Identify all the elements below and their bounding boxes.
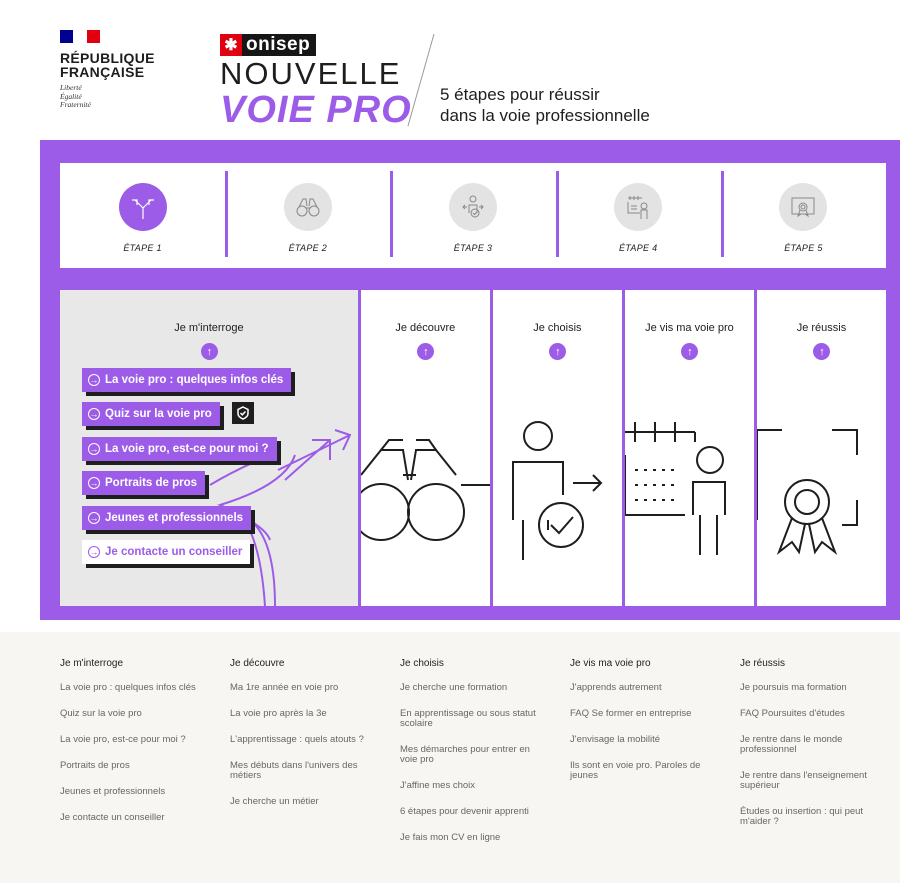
- footer-link[interactable]: Jeunes et professionnels: [60, 787, 205, 797]
- footer-column-title: Je choisis: [400, 658, 444, 669]
- footer-link[interactable]: Ils sont en voie pro. Paroles de jeunes: [570, 761, 715, 781]
- footer-link[interactable]: Je cherche une formation: [400, 683, 545, 693]
- footer-column-title: Je m'interroge: [60, 658, 124, 669]
- footer-link[interactable]: L'apprentissage : quels atouts ?: [230, 735, 375, 745]
- step-5[interactable]: ÉTAPE 5: [720, 163, 886, 268]
- step-panels: Je m'interroge ↑ → La voie pro : quelques…: [60, 290, 886, 606]
- republique-name: RÉPUBLIQUE FRANÇAISE: [60, 50, 155, 80]
- step-2[interactable]: ÉTAPE 2: [225, 163, 390, 268]
- footer-link[interactable]: J'apprends autrement: [570, 683, 715, 693]
- footer-link[interactable]: Je fais mon CV en ligne: [400, 833, 545, 843]
- arrow-circle-right-icon: →: [88, 408, 100, 420]
- footer-column-title: Je réussis: [740, 658, 786, 669]
- crossroads-arrows-icon: [118, 183, 167, 231]
- footer-column-je-reussis: Je réussis Je poursuis ma formation FAQ …: [740, 658, 885, 843]
- person-choice-illustration: [511, 421, 603, 560]
- divider-slash: [407, 34, 435, 126]
- footer-column-title: Je découvre: [230, 658, 285, 669]
- panel-je-reussis[interactable]: Je réussis ↑: [753, 290, 886, 606]
- tagline: 5 étapes pour réussir dans la voie profe…: [440, 85, 650, 125]
- menu-link-infos-cles[interactable]: → La voie pro : quelques infos clés: [82, 368, 292, 392]
- footer-column-je-decouvre: Je découvre Ma 1re année en voie pro La …: [230, 658, 375, 823]
- menu-link-quiz[interactable]: → Quiz sur la voie pro: [82, 402, 220, 426]
- footer-link[interactable]: La voie pro, est-ce pour moi ?: [60, 735, 205, 745]
- site-header: RÉPUBLIQUE FRANÇAISE Liberté Égalité Fra…: [0, 0, 900, 140]
- footer-link[interactable]: Je poursuis ma formation: [740, 683, 885, 693]
- footer-link[interactable]: Mes débuts dans l'univers des métiers: [230, 761, 375, 781]
- footer-link[interactable]: FAQ Se former en entreprise: [570, 709, 715, 719]
- asterisk-icon: ✱: [220, 34, 242, 56]
- panel-title: Je m'interroge: [174, 322, 244, 334]
- footer-link[interactable]: Je rentre dans le monde professionnel: [740, 735, 885, 755]
- footer-column-je-choisis: Je choisis Je cherche une formation En a…: [400, 658, 545, 859]
- panel-je-decouvre[interactable]: Je découvre ↑: [357, 290, 491, 606]
- footer-link[interactable]: FAQ Poursuites d'études: [740, 709, 885, 719]
- brand-title-line1: NOUVELLE: [220, 56, 402, 91]
- person-choice-icon: [449, 183, 497, 231]
- footer-link[interactable]: Quiz sur la voie pro: [60, 709, 205, 719]
- menu-link-portraits[interactable]: → Portraits de pros: [82, 471, 206, 495]
- footer-link[interactable]: Études ou insertion : qui peut m'aider ?: [740, 807, 885, 827]
- footer-link[interactable]: Je rentre dans l'enseignement supérieur: [740, 771, 885, 791]
- arrow-circle-right-icon: →: [88, 546, 100, 558]
- footer-column-title: Je vis ma voie pro: [570, 658, 651, 669]
- republique-francaise-logo[interactable]: RÉPUBLIQUE FRANÇAISE Liberté Égalité Fra…: [60, 30, 190, 110]
- menu-link-conseiller[interactable]: → Je contacte un conseiller: [82, 540, 251, 564]
- menu-link-jeunes-pros[interactable]: → Jeunes et professionnels: [82, 506, 252, 530]
- binoculars-illustration: [360, 439, 491, 541]
- panel-je-choisis[interactable]: Je choisis ↑: [489, 290, 622, 606]
- footer-link[interactable]: Mes démarches pour entrer en voie pro: [400, 745, 545, 765]
- diploma-illustration: [756, 429, 858, 555]
- step-4[interactable]: ÉTAPE 4: [555, 163, 721, 268]
- footer-link[interactable]: Je cherche un métier: [230, 797, 375, 807]
- footer-link[interactable]: Ma 1re année en voie pro: [230, 683, 375, 693]
- person-calendar-illustration: [624, 422, 726, 555]
- arrow-up-icon[interactable]: ↑: [200, 343, 218, 360]
- panel-je-minterroge: Je m'interroge ↑ → La voie pro : quelques…: [60, 290, 358, 606]
- diploma-icon: [779, 183, 828, 231]
- arrow-circle-right-icon: →: [88, 443, 100, 455]
- republique-motto: Liberté Égalité Fraternité: [60, 83, 91, 109]
- french-flag-icon: [60, 30, 100, 43]
- footer-link[interactable]: J'affine mes choix: [400, 781, 545, 791]
- binoculars-icon: [283, 183, 332, 231]
- step-3[interactable]: ÉTAPE 3: [390, 163, 555, 268]
- footer-link[interactable]: La voie pro après la 3e: [230, 709, 375, 719]
- footer-link[interactable]: J'envisage la mobilité: [570, 735, 715, 745]
- shield-check-icon: [232, 402, 254, 424]
- footer-column-je-minterroge: Je m'interroge La voie pro : quelques in…: [60, 658, 205, 839]
- person-calendar-icon: [614, 183, 663, 231]
- panel-je-vis-ma-voie-pro[interactable]: Je vis ma voie pro ↑: [621, 290, 754, 606]
- arrow-circle-right-icon: →: [88, 374, 100, 386]
- footer-link[interactable]: En apprentissage ou sous statut scolaire: [400, 709, 545, 729]
- footer-column-je-vis-ma-voie-pro: Je vis ma voie pro J'apprends autrement …: [570, 658, 715, 797]
- arrow-circle-right-icon: →: [88, 477, 100, 489]
- steps-nav: ÉTAPE 1 ÉTAPE 2 ÉTAPE 3 ÉTAPE 4 ÉTAPE 5: [60, 163, 886, 268]
- arrow-circle-right-icon: →: [88, 512, 100, 524]
- footer-link[interactable]: 6 étapes pour devenir apprenti: [400, 807, 545, 817]
- footer-link[interactable]: La voie pro : quelques infos clés: [60, 683, 205, 693]
- footer-link[interactable]: Je contacte un conseiller: [60, 813, 205, 823]
- brand-title-line2: VOIE PRO: [220, 89, 412, 131]
- step-1[interactable]: ÉTAPE 1: [60, 163, 225, 268]
- onisep-logo[interactable]: ✱ onisep: [220, 34, 317, 56]
- menu-link-pour-moi[interactable]: → La voie pro, est-ce pour moi ?: [82, 437, 277, 461]
- footer-link[interactable]: Portraits de pros: [60, 761, 205, 771]
